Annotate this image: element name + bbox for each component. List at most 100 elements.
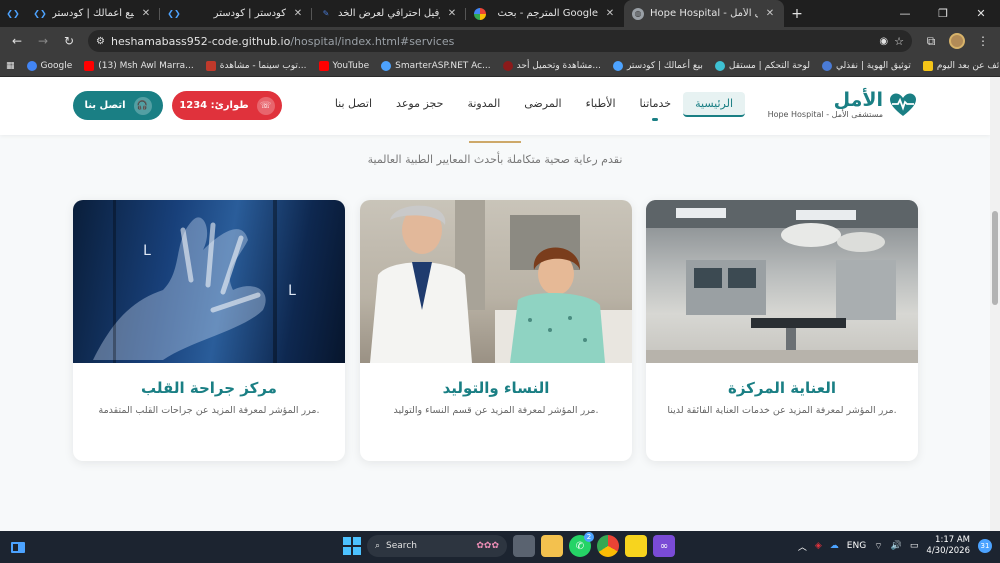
apps-grid-icon[interactable]: ▦: [6, 61, 15, 71]
menu-dots-icon[interactable]: ⋮: [972, 30, 994, 52]
nav-patients[interactable]: المرضى: [512, 92, 573, 117]
url-host: heshamabass952-code.github.io: [110, 34, 291, 48]
card-title: النساء والتوليد: [442, 379, 550, 397]
tab-title: بيع أعمالك | كودستر: [52, 8, 134, 19]
nav-doctors[interactable]: الأطباء: [574, 92, 628, 117]
main-nav: الرئيسية خدماتنا الأطباء المرضى المدونة …: [323, 92, 745, 121]
close-icon[interactable]: ✕: [604, 8, 616, 19]
browser-tab[interactable]: المترجم - بحث Google ✕: [466, 0, 624, 27]
new-tab-button[interactable]: +: [784, 0, 810, 27]
logo-title: الأمل: [833, 89, 883, 111]
clock[interactable]: 1:17 AM 4/30/2026: [926, 535, 970, 557]
svg-text:L: L: [288, 283, 296, 299]
bookmark-item[interactable]: لوحة التحكم | مستقل: [714, 60, 810, 71]
service-card-obgyn[interactable]: النساء والتوليد مرر المؤشر لمعرفة المزيد…: [360, 200, 632, 461]
whatsapp-icon[interactable]: ✆ 2: [569, 532, 594, 557]
flowers-icon: ✿✿✿: [476, 541, 499, 551]
close-icon[interactable]: ✕: [764, 8, 776, 19]
page-scrollbar[interactable]: [990, 77, 1000, 531]
chrome-icon[interactable]: [597, 535, 619, 557]
scrollbar-thumb[interactable]: [992, 211, 998, 305]
extensions-icon[interactable]: ⧉: [920, 30, 942, 52]
minimize-icon[interactable]: —: [886, 0, 924, 27]
nav-home[interactable]: الرئيسية: [683, 92, 745, 117]
tray-app-icon[interactable]: ◈: [815, 541, 822, 551]
forward-arrow-icon[interactable]: →: [32, 30, 54, 52]
close-icon[interactable]: ✕: [292, 8, 304, 19]
start-windows-icon[interactable]: [343, 537, 361, 555]
system-tray: ︿ ◈ ☁ ENG ⌔ 🔊 ▭ 1:17 AM 4/30/2026 31: [798, 535, 992, 557]
bookmark-item[interactable]: SmarterASP.NET Ac...: [381, 60, 491, 71]
url-path: /hospital/index.html#services: [290, 34, 455, 48]
nav-contact[interactable]: اتصل بنا: [323, 92, 384, 117]
profile-site-icon: ✎: [322, 9, 330, 18]
site-info-icon[interactable]: ⚙: [96, 36, 105, 47]
battery-icon[interactable]: ▭: [910, 541, 919, 551]
browser-tab-active[interactable]: ◍ Hope Hospital - مستشفى الأمل ✕: [624, 0, 784, 27]
browser-tab[interactable]: ❮❯ بيع أعمالك | كودستر ✕: [26, 0, 160, 27]
browser-tab[interactable]: ✎ انشاء بروفيل احترافي لعرض الخد... ✕: [312, 0, 466, 27]
taskbar-apps: ⌕ Search ✿✿✿ ✆ 2 ∞: [343, 532, 675, 557]
nav-appointment[interactable]: حجز موعد: [384, 92, 455, 117]
task-view-icon[interactable]: [513, 535, 535, 557]
wifi-icon[interactable]: ⌔: [874, 541, 882, 552]
bookmark-item[interactable]: مشاهدة وتحميل أحد...: [502, 60, 601, 71]
bookmark-item[interactable]: بيع أعمالك | كودستر: [612, 60, 703, 71]
site-navbar: الأمل مستشفى الأمل - Hope Hospital الرئي…: [0, 77, 990, 135]
tray-cloud-icon[interactable]: ☁: [830, 541, 839, 551]
tab-title: Hope Hospital - مستشفى الأمل: [650, 8, 758, 19]
bookmark-star-icon[interactable]: ☆: [894, 35, 904, 48]
site-logo[interactable]: الأمل مستشفى الأمل - Hope Hospital: [768, 90, 917, 119]
visual-studio-icon[interactable]: ∞: [653, 535, 675, 557]
phone-icon: ☏: [256, 96, 275, 115]
khamsat-icon: ❮❯: [33, 9, 47, 18]
globe-icon: ◍: [632, 7, 644, 20]
bookmark-item[interactable]: Google: [26, 60, 72, 71]
file-explorer-icon[interactable]: [541, 535, 563, 557]
operating-room-image: [646, 200, 918, 363]
google-icon: [474, 7, 486, 20]
browser-tab-strip: ❮❯ ❮❯ بيع أعمالك | كودستر ✕ ❮❯ كودستر | …: [0, 0, 1000, 27]
tab-dropdown[interactable]: ❮❯: [0, 0, 26, 27]
bookmark-item[interactable]: YouTube: [318, 60, 369, 71]
card-title: العناية المركزة: [727, 379, 837, 397]
widgets-icon[interactable]: [10, 539, 26, 555]
bookmark-item[interactable]: توثيق الهوية | نفذلي: [821, 60, 911, 71]
address-bar[interactable]: ⚙ heshamabass952-code.github.io/hospital…: [88, 30, 912, 52]
headset-icon: 🎧: [133, 96, 152, 115]
emergency-button[interactable]: طوارئ: 1234 ☏: [172, 91, 282, 120]
sticky-notes-icon[interactable]: [625, 535, 647, 557]
language-indicator[interactable]: ENG: [847, 541, 866, 551]
tracking-blocked-icon[interactable]: ◉: [879, 36, 888, 47]
browser-tab[interactable]: ❮❯ كودستر | كودستر ✕: [160, 0, 312, 27]
volume-icon[interactable]: 🔊: [891, 541, 902, 551]
web-page: الأمل مستشفى الأمل - Hope Hospital الرئي…: [0, 77, 990, 531]
taskbar-search[interactable]: ⌕ Search ✿✿✿: [367, 535, 507, 557]
notification-badge[interactable]: 31: [978, 539, 992, 553]
logo-subtitle: مستشفى الأمل - Hope Hospital: [767, 110, 883, 119]
doctor-patient-image: [360, 200, 632, 363]
bookmark-item[interactable]: وظائف عن بعد اليوم...: [922, 60, 1000, 71]
card-title: مركز جراحة القلب: [141, 379, 277, 397]
bookmark-item[interactable]: (13) Msh Awl Marra...: [84, 60, 194, 71]
heart-pulse-icon: [890, 93, 916, 116]
profile-avatar[interactable]: [946, 30, 968, 52]
contact-button[interactable]: اتصل بنا 🎧: [73, 91, 163, 120]
service-card-cardiac[interactable]: L L مركز جراحة القلب مرر المؤشر لمعرفة ا…: [73, 200, 345, 461]
nav-services[interactable]: خدماتنا: [628, 92, 684, 121]
nav-blog[interactable]: المدونة: [455, 92, 512, 117]
maximize-icon[interactable]: ❐: [924, 0, 962, 27]
close-icon[interactable]: ✕: [446, 8, 458, 19]
back-arrow-icon[interactable]: ←: [6, 30, 28, 52]
chevron-up-icon[interactable]: ︿: [798, 540, 807, 553]
close-window-icon[interactable]: ✕: [962, 0, 1000, 27]
search-icon: ⌕: [375, 541, 381, 551]
bookmark-item[interactable]: توب سينما - مشاهدة...: [205, 60, 307, 71]
kodester-icon: ❮❯: [167, 9, 181, 18]
tab-title: كودستر | كودستر: [213, 8, 286, 19]
service-card-icu[interactable]: العناية المركزة مرر المؤشر لمعرفة المزيد…: [646, 200, 918, 461]
close-icon[interactable]: ✕: [140, 8, 152, 19]
tab-title: انشاء بروفيل احترافي لعرض الخد...: [338, 8, 440, 19]
tab-search-icon: ❮❯: [6, 9, 20, 18]
reload-icon[interactable]: ↻: [58, 30, 80, 52]
